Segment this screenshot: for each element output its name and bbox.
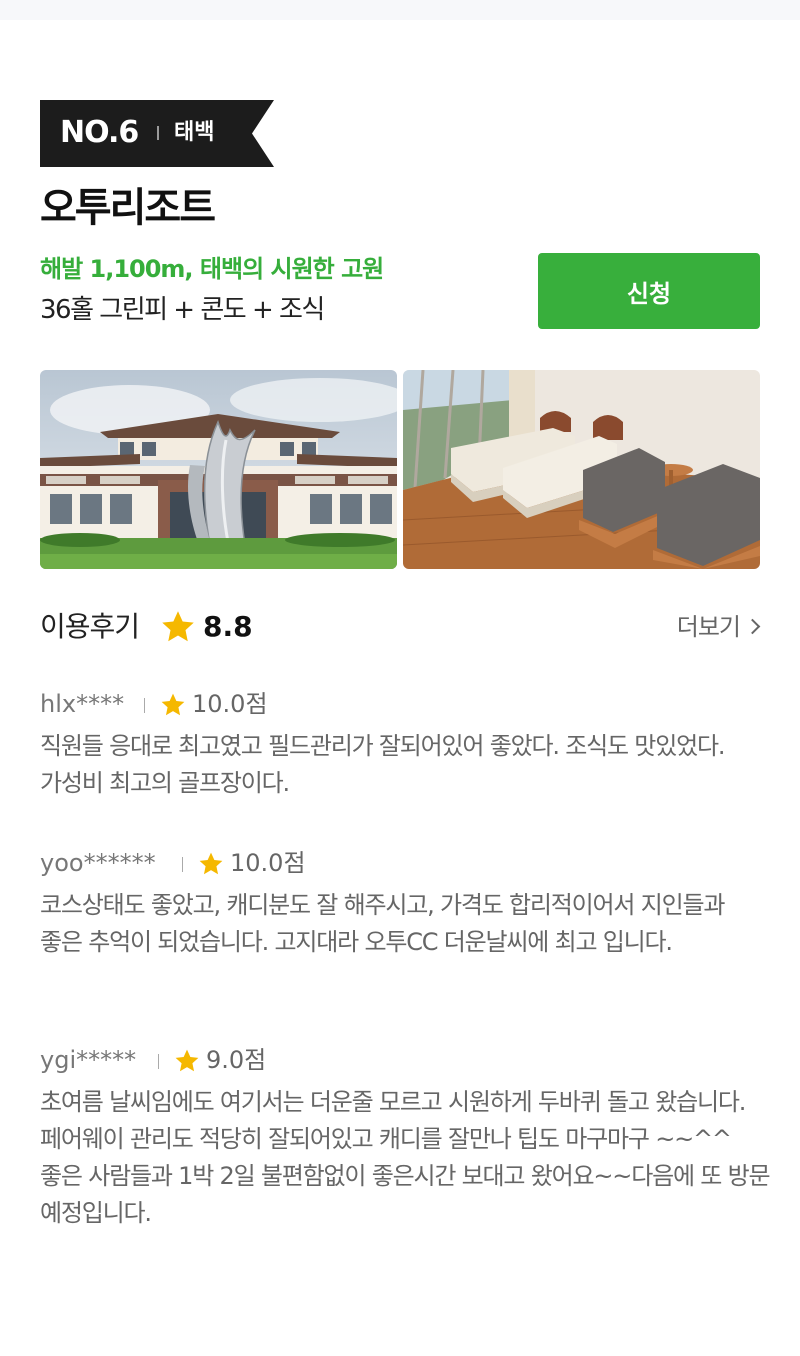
- review-rating: 9.0점: [206, 1046, 267, 1074]
- rank-label: NO.6: [60, 115, 139, 150]
- review-text: 직원들 응대로 최고였고 필드관리가 잘되어있어 좋았다. 조식도 맛있었다. …: [40, 732, 725, 797]
- chevron-right-icon: [744, 618, 761, 635]
- more-reviews-link[interactable]: 더보기: [676, 611, 761, 643]
- resort-name: 오투리조트: [40, 185, 216, 231]
- star-icon: [162, 611, 194, 642]
- top-bar: [0, 0, 800, 20]
- ribbon-divider: [157, 126, 159, 140]
- rank-ribbon: NO.6 태백: [40, 100, 274, 167]
- review-item: yoo****** 10.0점 코스상태도 좋았고, 캐디분도 잘 해주시고, …: [40, 847, 770, 961]
- review-user: ygi*****: [40, 1046, 137, 1074]
- star-icon: [175, 1049, 199, 1072]
- review-separator: [144, 698, 145, 713]
- review-header: 이용후기 8.8 더보기: [40, 605, 761, 651]
- review-separator: [182, 857, 183, 872]
- review-rating: 10.0점: [230, 849, 306, 877]
- resort-tagline: 해발 1,100m, 태백의 시원한 고원: [40, 255, 384, 283]
- resort-room-photo[interactable]: [403, 370, 760, 569]
- review-user: hlx****: [40, 690, 125, 718]
- star-icon: [161, 693, 185, 716]
- review-separator: [158, 1054, 159, 1069]
- review-text: 초여름 날씨임에도 여기서는 더운줄 모르고 시원하게 두바퀴 돌고 왔습니다.…: [40, 1088, 771, 1227]
- review-text: 코스상태도 좋았고, 캐디분도 잘 해주시고, 가격도 합리적이어서 지인들과 …: [40, 891, 725, 956]
- package-description: 36홀 그린피 + 콘도 + 조식: [40, 295, 325, 325]
- review-item: hlx**** 10.0점 직원들 응대로 최고였고 필드관리가 잘되어있어 좋…: [40, 688, 770, 802]
- review-title: 이용후기: [40, 610, 140, 643]
- review-rating: 10.0점: [192, 690, 268, 718]
- more-label: 더보기: [676, 613, 741, 641]
- review-average-score: 8.8: [203, 610, 253, 643]
- star-icon: [199, 852, 223, 875]
- region-label: 태백: [174, 120, 215, 145]
- review-item: ygi***** 9.0점 초여름 날씨임에도 여기서는 더운줄 모르고 시원하…: [40, 1044, 771, 1232]
- resort-building-photo[interactable]: [40, 370, 397, 569]
- apply-button[interactable]: 신청: [538, 253, 760, 329]
- review-user: yoo******: [40, 849, 156, 877]
